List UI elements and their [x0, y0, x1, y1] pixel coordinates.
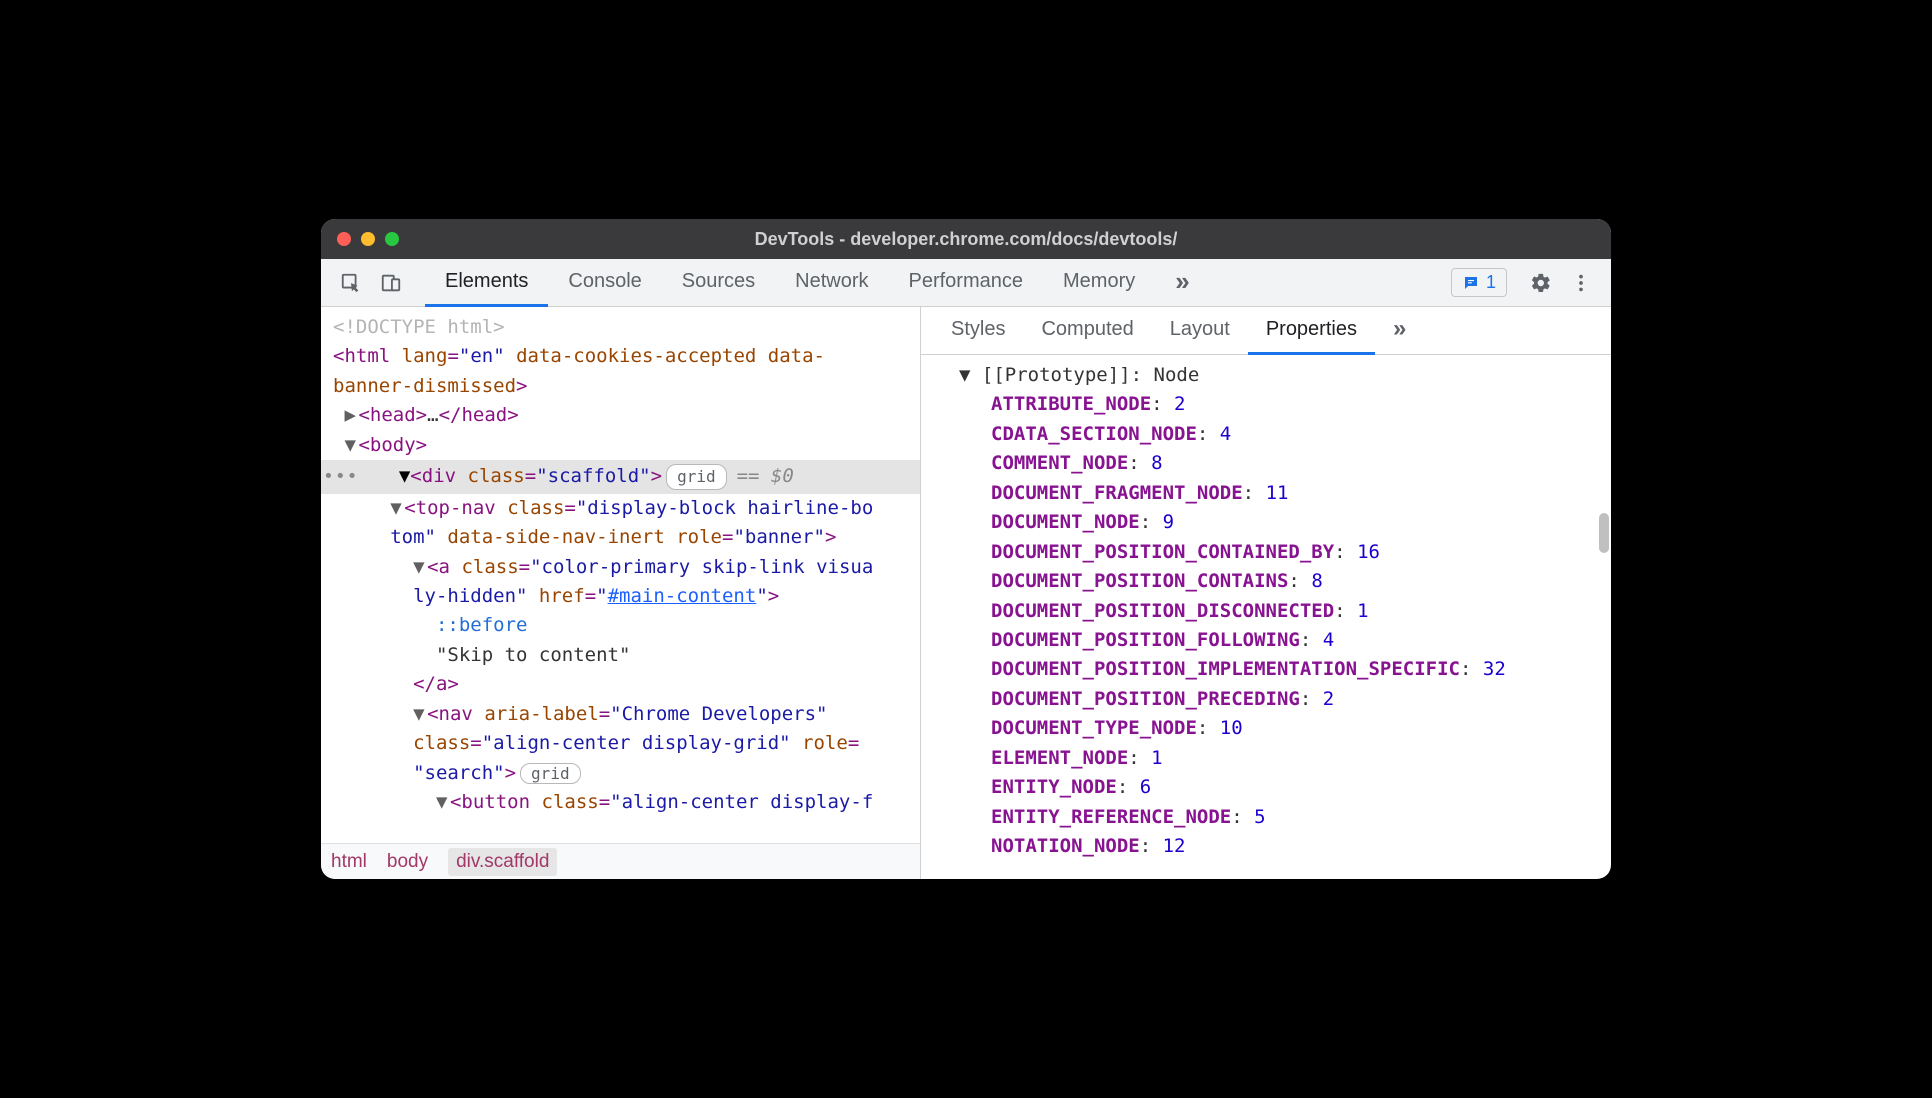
- tab-performance[interactable]: Performance: [889, 259, 1044, 307]
- scrollbar-thumb[interactable]: [1599, 513, 1609, 553]
- button-open[interactable]: ▼<button class="align-center display-f: [321, 788, 920, 817]
- property-row[interactable]: DOCUMENT_POSITION_IMPLEMENTATION_SPECIFI…: [921, 655, 1611, 684]
- property-row[interactable]: DOCUMENT_TYPE_NODE: 10: [921, 714, 1611, 743]
- subtabs-overflow-icon[interactable]: »: [1375, 307, 1424, 355]
- property-row[interactable]: ENTITY_NODE: 6: [921, 773, 1611, 802]
- property-row[interactable]: DOCUMENT_POSITION_CONTAINS: 8: [921, 567, 1611, 596]
- topnav-open[interactable]: ▼<top-nav class="display-block hairline-…: [321, 494, 920, 523]
- subtab-styles[interactable]: Styles: [933, 307, 1023, 355]
- tab-memory[interactable]: Memory: [1043, 259, 1155, 307]
- window-controls: [337, 232, 399, 246]
- head-collapsed[interactable]: ▶<head>…</head>: [321, 401, 920, 430]
- tabs-overflow-icon[interactable]: »: [1155, 259, 1209, 307]
- property-row[interactable]: DOCUMENT_POSITION_PRECEDING: 2: [921, 685, 1611, 714]
- content-split: <!DOCTYPE html> <html lang="en" data-coo…: [321, 307, 1611, 879]
- crumb-body[interactable]: body: [387, 851, 428, 873]
- property-row[interactable]: DOCUMENT_NODE: 9: [921, 508, 1611, 537]
- tab-sources[interactable]: Sources: [662, 259, 775, 307]
- chat-icon: [1462, 274, 1480, 292]
- issues-count: 1: [1486, 272, 1496, 293]
- property-row[interactable]: ELEMENT_NODE: 1: [921, 744, 1611, 773]
- subtab-layout[interactable]: Layout: [1152, 307, 1248, 355]
- maximize-window-button[interactable]: [385, 232, 399, 246]
- subtab-computed[interactable]: Computed: [1023, 307, 1151, 355]
- main-tabbar: Elements Console Sources Network Perform…: [321, 259, 1611, 307]
- property-row[interactable]: DOCUMENT_POSITION_CONTAINED_BY: 16: [921, 538, 1611, 567]
- skip-text: "Skip to content": [321, 641, 920, 670]
- devtools-window: DevTools - developer.chrome.com/docs/dev…: [321, 219, 1611, 879]
- sidebar-panel: Styles Computed Layout Properties » ▼ [[…: [921, 307, 1611, 879]
- property-row[interactable]: ATTRIBUTE_NODE: 2: [921, 390, 1611, 419]
- doctype: <!DOCTYPE html>: [333, 316, 505, 338]
- tab-network[interactable]: Network: [775, 259, 888, 307]
- layout-badge[interactable]: grid: [520, 763, 581, 784]
- property-row[interactable]: COMMENT_NODE: 8: [921, 449, 1611, 478]
- minimize-window-button[interactable]: [361, 232, 375, 246]
- property-row[interactable]: CDATA_SECTION_NODE: 4: [921, 420, 1611, 449]
- titlebar: DevTools - developer.chrome.com/docs/dev…: [321, 219, 1611, 259]
- property-row[interactable]: DOCUMENT_POSITION_DISCONNECTED: 1: [921, 597, 1611, 626]
- inspect-element-icon[interactable]: [335, 267, 367, 299]
- layout-badge[interactable]: grid: [666, 464, 727, 491]
- close-window-button[interactable]: [337, 232, 351, 246]
- html-open[interactable]: <html lang="en" data-cookies-accepted da…: [321, 342, 920, 371]
- dom-tree[interactable]: <!DOCTYPE html> <html lang="en" data-coo…: [321, 307, 920, 843]
- property-row[interactable]: ENTITY_REFERENCE_NODE: 5: [921, 803, 1611, 832]
- dom-panel: <!DOCTYPE html> <html lang="en" data-coo…: [321, 307, 921, 879]
- property-row[interactable]: DOCUMENT_POSITION_FOLLOWING: 4: [921, 626, 1611, 655]
- href-link[interactable]: #main-content: [608, 585, 757, 607]
- device-toolbar-icon[interactable]: [375, 267, 407, 299]
- selected-node-row[interactable]: ••• ▼<div class="scaffold"> grid == $0: [321, 460, 920, 493]
- body-open[interactable]: ▼<body>: [321, 431, 920, 460]
- row-menu-icon[interactable]: •••: [323, 463, 365, 491]
- crumb-selected[interactable]: div.scaffold: [448, 848, 557, 876]
- pseudo-before: ::before: [321, 611, 920, 640]
- nav-open[interactable]: ▼<nav aria-label="Chrome Developers": [321, 700, 920, 729]
- window-title: DevTools - developer.chrome.com/docs/dev…: [755, 229, 1178, 250]
- subtab-properties[interactable]: Properties: [1248, 307, 1375, 355]
- breadcrumb: html body div.scaffold: [321, 843, 920, 879]
- property-row[interactable]: DOCUMENT_FRAGMENT_NODE: 11: [921, 479, 1611, 508]
- a-link-open[interactable]: ▼<a class="color-primary skip-link visua: [321, 553, 920, 582]
- dollar-zero: == $0: [737, 462, 794, 491]
- a-link-close: </a>: [321, 670, 920, 699]
- sub-tabs: Styles Computed Layout Properties »: [921, 307, 1611, 355]
- tab-elements[interactable]: Elements: [425, 259, 548, 307]
- property-row[interactable]: NOTATION_NODE: 12: [921, 832, 1611, 861]
- prototype-row[interactable]: ▼ [[Prototype]]: Node: [921, 361, 1611, 390]
- issues-badge[interactable]: 1: [1451, 268, 1507, 297]
- tab-console[interactable]: Console: [548, 259, 661, 307]
- crumb-html[interactable]: html: [331, 851, 367, 873]
- properties-list[interactable]: ▼ [[Prototype]]: Node ATTRIBUTE_NODE: 2C…: [921, 355, 1611, 879]
- settings-icon[interactable]: [1525, 267, 1557, 299]
- more-icon[interactable]: [1565, 267, 1597, 299]
- main-tabs: Elements Console Sources Network Perform…: [425, 259, 1210, 307]
